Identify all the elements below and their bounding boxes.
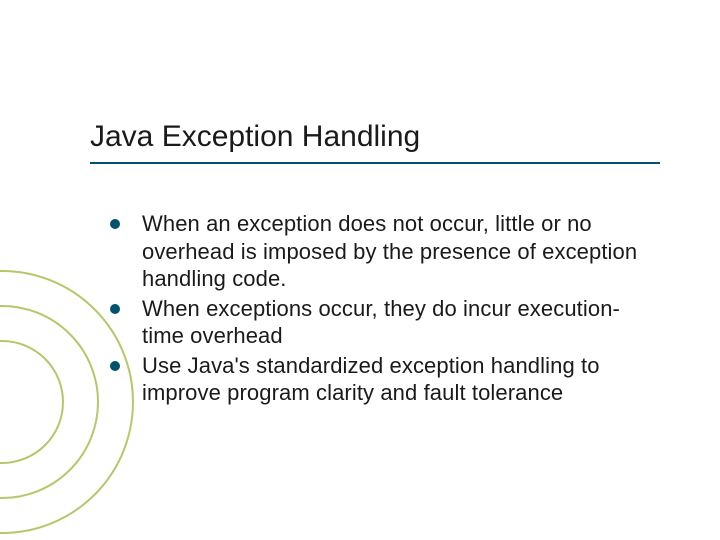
slide-title: Java Exception Handling: [90, 120, 660, 160]
bullet-icon: [110, 361, 120, 371]
title-underline: [90, 162, 660, 164]
list-item: When an exception does not occur, little…: [110, 210, 660, 293]
slide: Java Exception Handling When an exceptio…: [0, 0, 720, 540]
bullet-icon: [110, 219, 120, 229]
list-item: Use Java's standardized exception handli…: [110, 352, 660, 407]
bullet-icon: [110, 304, 120, 314]
list-item: When exceptions occur, they do incur exe…: [110, 295, 660, 350]
bullet-list: When an exception does not occur, little…: [110, 210, 660, 409]
bullet-text: When an exception does not occur, little…: [142, 210, 660, 293]
title-block: Java Exception Handling: [90, 120, 660, 164]
bullet-text: When exceptions occur, they do incur exe…: [142, 295, 660, 350]
bullet-text: Use Java's standardized exception handli…: [142, 352, 660, 407]
